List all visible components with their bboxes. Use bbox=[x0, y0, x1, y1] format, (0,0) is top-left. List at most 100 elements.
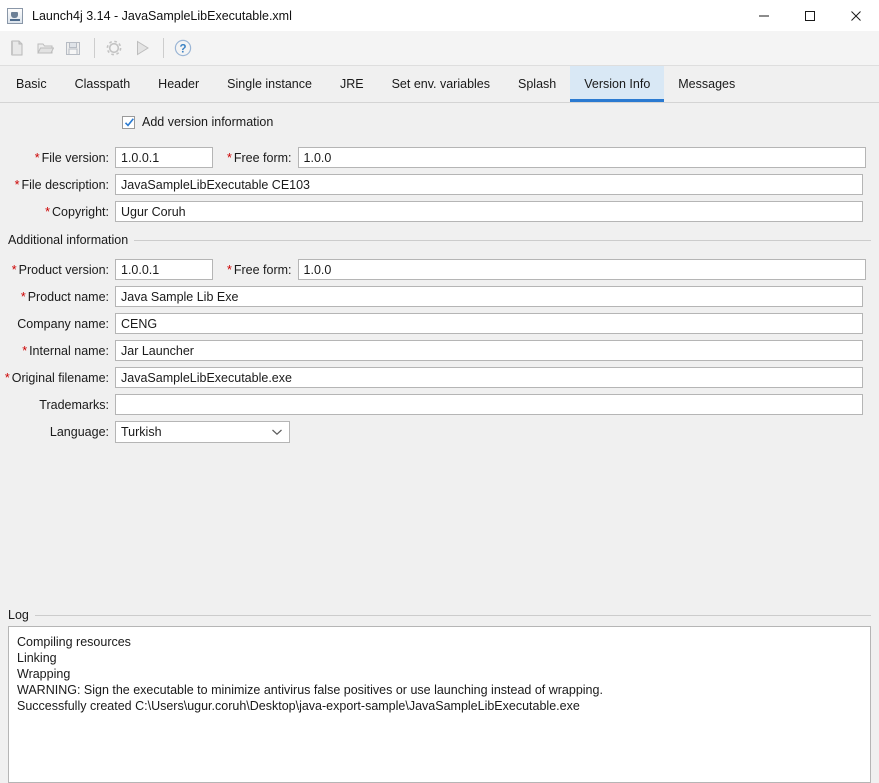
tab-jre[interactable]: JRE bbox=[326, 66, 378, 102]
label-text: Free form: bbox=[233, 150, 292, 165]
chevron-down-icon bbox=[271, 425, 283, 439]
product-name-input[interactable]: Java Sample Lib Exe bbox=[115, 286, 863, 307]
required-marker: * bbox=[227, 262, 232, 277]
required-marker: * bbox=[4, 370, 10, 385]
file-description-input[interactable]: JavaSampleLibExecutable CE103 bbox=[115, 174, 863, 195]
tab-label: Splash bbox=[518, 77, 557, 91]
maximize-button[interactable] bbox=[787, 0, 833, 31]
file-version-free-form-label: * Free form: bbox=[213, 151, 298, 165]
close-button[interactable] bbox=[833, 0, 879, 31]
tab-label: Version Info bbox=[584, 77, 651, 91]
tab-basic[interactable]: Basic bbox=[2, 66, 61, 102]
add-version-information-checkbox[interactable] bbox=[122, 115, 135, 129]
product-version-free-form-input[interactable]: 1.0.0 bbox=[297, 259, 866, 280]
product-version-free-form-label: * Free form: bbox=[213, 263, 298, 277]
open-file-icon[interactable] bbox=[32, 35, 58, 61]
file-version-input[interactable]: 1.0.0.1 bbox=[115, 147, 213, 168]
save-file-icon[interactable] bbox=[60, 35, 86, 61]
company-name-input[interactable]: CENG bbox=[115, 313, 863, 334]
java-app-icon bbox=[7, 7, 23, 24]
product-version-label: * Product version: bbox=[0, 263, 115, 277]
label-text: Original filename: bbox=[11, 370, 109, 385]
tab-header[interactable]: Header bbox=[144, 66, 213, 102]
window-controls bbox=[741, 0, 879, 31]
group-divider bbox=[134, 239, 871, 241]
original-filename-label: * Original filename: bbox=[0, 371, 115, 385]
tab-label: Single instance bbox=[227, 77, 312, 91]
language-selected-value: Turkish bbox=[121, 424, 162, 439]
log-line: Successfully created C:\Users\ugur.coruh… bbox=[17, 699, 580, 713]
tab-splash[interactable]: Splash bbox=[504, 66, 570, 102]
new-file-icon[interactable] bbox=[4, 35, 30, 61]
required-marker: * bbox=[45, 204, 51, 219]
tab-classpath[interactable]: Classpath bbox=[61, 66, 145, 102]
tab-version-info[interactable]: Version Info bbox=[570, 66, 665, 102]
label-text: Copyright: bbox=[52, 204, 109, 219]
group-divider bbox=[34, 614, 871, 616]
original-filename-input[interactable]: JavaSampleLibExecutable.exe bbox=[115, 367, 863, 388]
tab-label: Set env. variables bbox=[391, 77, 491, 91]
language-label: Language: bbox=[49, 424, 109, 439]
log-group: Log bbox=[8, 608, 871, 622]
internal-name-row: * Internal name: Jar Launcher bbox=[0, 340, 879, 361]
trademarks-label: Trademarks: bbox=[39, 397, 109, 412]
toolbar: ? bbox=[0, 31, 879, 66]
additional-information-group: Additional information bbox=[8, 233, 871, 247]
file-description-row: * File description: JavaSampleLibExecutab… bbox=[0, 174, 879, 195]
file-description-label: * File description: bbox=[0, 178, 115, 192]
add-version-information-row[interactable]: Add version information bbox=[122, 115, 273, 129]
toolbar-separator-2 bbox=[163, 38, 164, 58]
required-marker: * bbox=[22, 343, 28, 358]
product-version-input[interactable]: 1.0.0.1 bbox=[115, 259, 213, 280]
tab-label: Messages bbox=[678, 77, 736, 91]
label-text: Product version: bbox=[18, 262, 109, 277]
original-filename-row: * Original filename: JavaSampleLibExecuta… bbox=[0, 367, 879, 388]
log-output[interactable]: Compiling resources Linking Wrapping WAR… bbox=[8, 626, 871, 783]
file-version-row: * File version: 1.0.0.1 * Free form: 1.0.0 bbox=[0, 147, 879, 168]
file-version-label: * File version: bbox=[0, 151, 115, 165]
log-line: Linking bbox=[17, 651, 57, 665]
company-name-label: Company name: bbox=[17, 316, 109, 331]
additional-information-label: Additional information bbox=[8, 233, 129, 247]
copyright-label: * Copyright: bbox=[0, 205, 115, 219]
label-text: File description: bbox=[21, 177, 109, 192]
label-text: Internal name: bbox=[29, 343, 109, 358]
required-marker: * bbox=[34, 150, 40, 165]
log-line: Compiling resources bbox=[17, 635, 131, 649]
svg-text:?: ? bbox=[179, 43, 186, 55]
trademarks-row: Trademarks: bbox=[0, 394, 879, 415]
label-text: Product name: bbox=[27, 289, 109, 304]
tab-label: JRE bbox=[339, 77, 364, 91]
tab-set-env-variables[interactable]: Set env. variables bbox=[378, 66, 504, 102]
required-marker: * bbox=[20, 289, 26, 304]
window-title: Launch4j 3.14 - JavaSampleLibExecutable.… bbox=[32, 8, 292, 23]
minimize-button[interactable] bbox=[741, 0, 787, 31]
run-icon[interactable] bbox=[129, 35, 155, 61]
title-bar: Launch4j 3.14 - JavaSampleLibExecutable.… bbox=[0, 0, 879, 31]
product-name-label: * Product name: bbox=[0, 290, 115, 304]
version-info-panel: Add version information * File version: 1… bbox=[0, 103, 879, 783]
add-version-information-label: Add version information bbox=[142, 115, 274, 129]
trademarks-input[interactable] bbox=[115, 394, 863, 415]
toolbar-separator bbox=[94, 38, 95, 58]
build-settings-icon[interactable] bbox=[101, 35, 127, 61]
log-group-label: Log bbox=[8, 608, 29, 622]
tab-label: Header bbox=[158, 77, 200, 91]
required-marker: * bbox=[227, 150, 232, 165]
internal-name-input[interactable]: Jar Launcher bbox=[115, 340, 863, 361]
company-name-row: Company name: CENG bbox=[0, 313, 879, 334]
required-marker: * bbox=[11, 262, 17, 277]
help-icon[interactable]: ? bbox=[170, 35, 196, 61]
log-line: Wrapping bbox=[17, 667, 71, 681]
tab-single-instance[interactable]: Single instance bbox=[213, 66, 326, 102]
tab-label: Classpath bbox=[74, 77, 131, 91]
copyright-input[interactable]: Ugur Coruh bbox=[115, 201, 863, 222]
language-select[interactable]: Turkish bbox=[115, 420, 290, 443]
tab-bar: Basic Classpath Header Single instance J… bbox=[0, 66, 879, 103]
internal-name-label: * Internal name: bbox=[0, 344, 115, 358]
product-version-row: * Product version: 1.0.0.1 * Free form: 1.… bbox=[0, 259, 879, 280]
required-marker: * bbox=[14, 177, 20, 192]
tab-messages[interactable]: Messages bbox=[664, 66, 749, 102]
tab-label: Basic bbox=[16, 77, 47, 91]
file-version-free-form-input[interactable]: 1.0.0 bbox=[297, 147, 866, 168]
